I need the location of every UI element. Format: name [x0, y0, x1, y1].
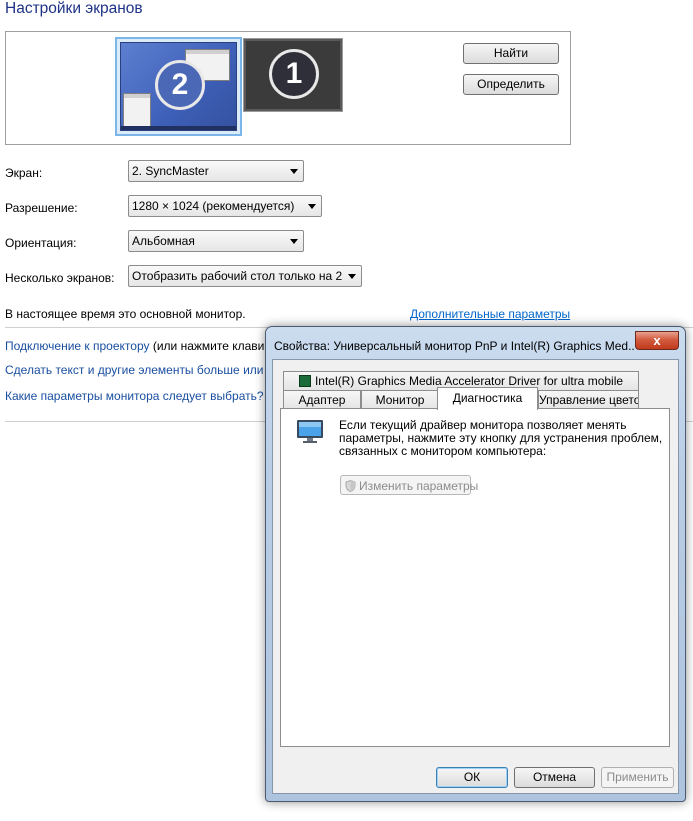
identify-button[interactable]: Определить — [463, 74, 559, 95]
tab-monitor[interactable]: Монитор — [361, 390, 439, 409]
chevron-down-icon — [290, 239, 298, 244]
dialog-title: Свойства: Универсальный монитор PnP и In… — [274, 339, 634, 353]
multi-display-select[interactable]: Отобразить рабочий стол только на 2 — [128, 265, 362, 287]
cancel-button[interactable]: Отмена — [514, 767, 595, 788]
orientation-select[interactable]: Альбомная — [128, 230, 304, 252]
find-button[interactable]: Найти — [463, 43, 559, 64]
page-title: Настройки экранов — [5, 0, 143, 17]
monitor-2-screen: 2 — [120, 42, 237, 131]
orientation-select-value: Альбомная — [132, 234, 195, 248]
monitor-1-badge: 1 — [269, 49, 319, 99]
monitor-2-thumbnail[interactable]: 2 — [115, 37, 242, 136]
screen-select-value: 2. SyncMaster — [132, 164, 209, 178]
ok-button[interactable]: ОК — [436, 767, 508, 788]
dialog-body: Intel(R) Graphics Media Accelerator Driv… — [272, 359, 679, 794]
tab-intel-driver-label: Intel(R) Graphics Media Accelerator Driv… — [314, 374, 624, 388]
diagnostics-description: Если текущий драйвер монитора позволяет … — [339, 418, 663, 458]
diagnostics-tab-content: Если текущий драйвер монитора позволяет … — [280, 408, 670, 747]
text-size-link[interactable]: Сделать текст и другие элементы больше и… — [5, 363, 275, 377]
resolution-label: Разрешение: — [5, 201, 78, 215]
screen-label: Экран: — [5, 166, 43, 180]
resolution-select[interactable]: 1280 × 1024 (рекомендуется) — [128, 195, 322, 217]
close-button[interactable]: x — [635, 331, 679, 350]
uac-shield-icon — [345, 480, 356, 492]
tab-adapter[interactable]: Адаптер — [283, 390, 361, 409]
projector-link-row: Подключение к проектору (или нажмите кла… — [5, 339, 264, 353]
multi-display-label: Несколько экранов: — [5, 271, 115, 285]
tab-diagnostics[interactable]: Диагностика — [437, 387, 538, 410]
orientation-label: Ориентация: — [5, 236, 77, 250]
monitor-properties-dialog: Свойства: Универсальный монитор PnP и In… — [265, 326, 686, 802]
projector-link[interactable]: Подключение к проектору — [5, 339, 150, 353]
tab-color-management[interactable]: Управление цветом — [538, 390, 639, 409]
change-settings-button[interactable]: Изменить параметры — [340, 475, 478, 495]
intel-driver-icon — [298, 375, 311, 387]
resolution-select-value: 1280 × 1024 (рекомендуется) — [132, 199, 295, 213]
apply-button[interactable]: Применить — [601, 767, 674, 788]
screen-select[interactable]: 2. SyncMaster — [128, 160, 304, 182]
which-params-link[interactable]: Какие параметры монитора следует выбрать… — [5, 389, 264, 403]
change-settings-label: Изменить параметры — [359, 479, 479, 493]
advanced-settings-link[interactable]: Дополнительные параметры — [410, 307, 570, 321]
chevron-down-icon — [348, 274, 356, 279]
projector-hint: (или нажмите клави — [149, 339, 265, 353]
primary-monitor-status: В настоящее время это основной монитор. — [5, 307, 246, 321]
multi-display-select-value: Отобразить рабочий стол только на 2 — [132, 269, 343, 283]
monitor-1-thumbnail[interactable]: 1 — [243, 38, 343, 112]
taskbar-strip — [121, 126, 236, 130]
monitor-icon — [297, 420, 323, 443]
chevron-down-icon — [290, 169, 298, 174]
close-icon: x — [653, 332, 661, 348]
chevron-down-icon — [308, 204, 316, 209]
monitor-2-badge: 2 — [155, 60, 205, 110]
